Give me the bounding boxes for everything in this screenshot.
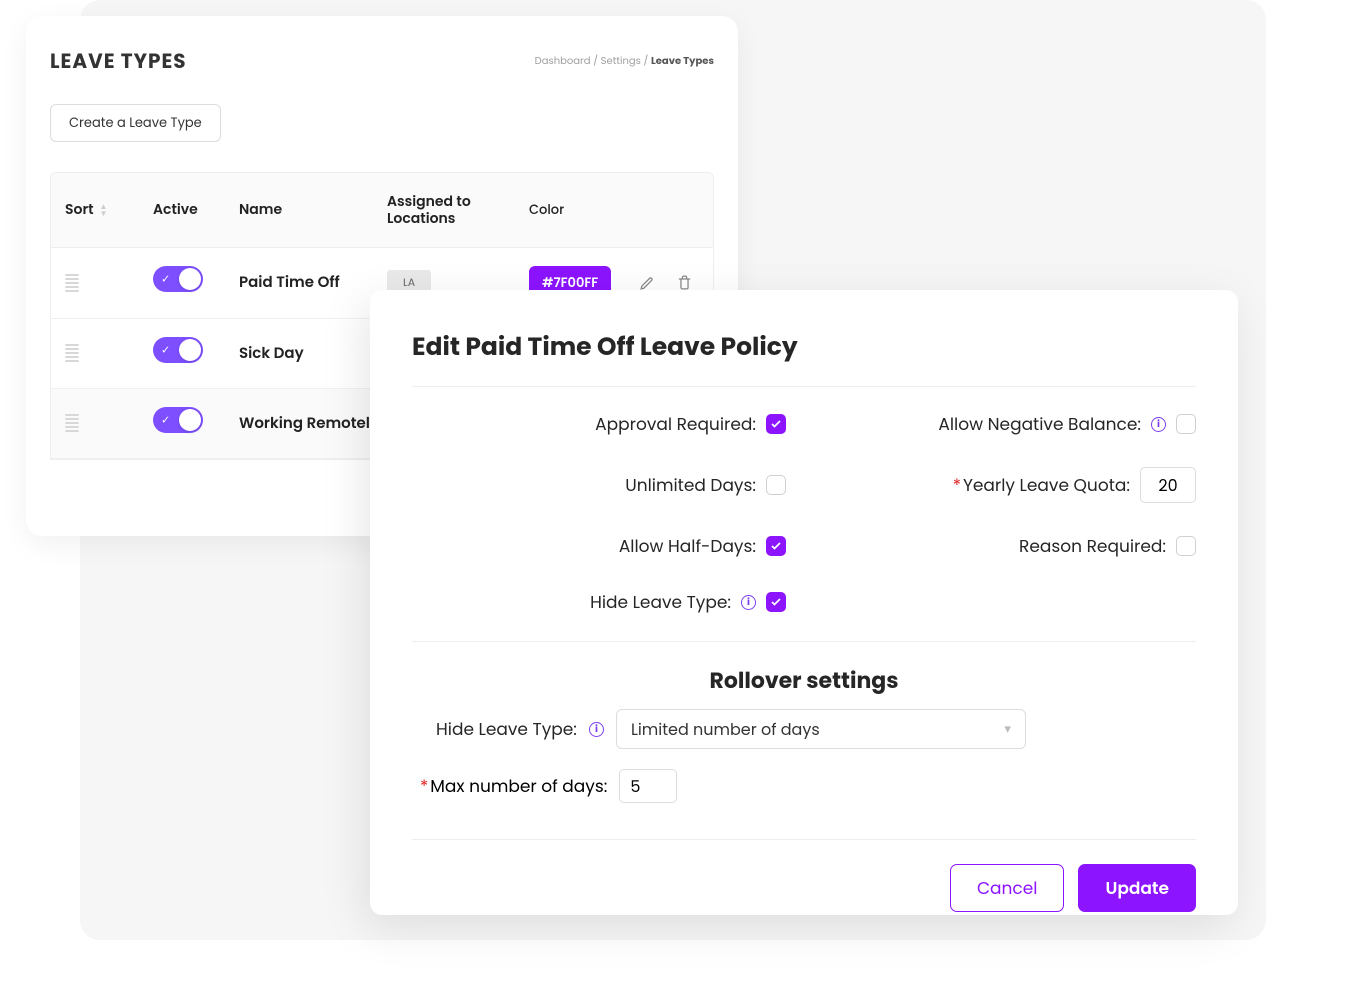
yearly-quota-input[interactable] bbox=[1140, 467, 1196, 503]
breadcrumb-dashboard[interactable]: Dashboard bbox=[535, 53, 591, 68]
unlimited-days-label: Unlimited Days: bbox=[625, 472, 756, 498]
drag-handle-icon[interactable] bbox=[65, 274, 79, 292]
delete-icon[interactable] bbox=[676, 274, 693, 291]
info-icon[interactable]: i bbox=[589, 722, 604, 737]
page-title: LEAVE TYPES bbox=[50, 46, 187, 76]
rollover-hide-label: Hide Leave Type: bbox=[436, 716, 577, 742]
rollover-select-value: Limited number of days bbox=[631, 717, 820, 742]
unlimited-days-checkbox[interactable] bbox=[766, 475, 786, 495]
allow-half-days-checkbox[interactable] bbox=[766, 536, 786, 556]
allow-half-days-label: Allow Half-Days: bbox=[619, 533, 756, 559]
leave-type-name: Working Remotely bbox=[239, 412, 387, 435]
info-icon[interactable]: i bbox=[741, 595, 756, 610]
chevron-down-icon: ▾ bbox=[1004, 719, 1011, 739]
header-sort[interactable]: Sort bbox=[65, 199, 94, 220]
hide-leave-type-label: Hide Leave Type: bbox=[590, 589, 731, 615]
active-toggle[interactable]: ✓ bbox=[153, 407, 203, 433]
sort-arrows-icon[interactable]: ▲▼ bbox=[100, 203, 108, 217]
create-leave-type-button[interactable]: Create a Leave Type bbox=[50, 104, 221, 142]
active-toggle[interactable]: ✓ bbox=[153, 337, 203, 363]
leave-type-name: Paid Time Off bbox=[239, 271, 387, 294]
leave-type-name: Sick Day bbox=[239, 342, 387, 365]
modal-title: Edit Paid Time Off Leave Policy bbox=[412, 328, 1196, 366]
hide-leave-type-checkbox[interactable] bbox=[766, 592, 786, 612]
cancel-button[interactable]: Cancel bbox=[950, 864, 1065, 912]
breadcrumb-current: Leave Types bbox=[651, 53, 714, 68]
header-color: Color bbox=[529, 200, 639, 220]
reason-required-label: Reason Required: bbox=[1019, 533, 1166, 559]
header-locations: Assigned to Locations bbox=[387, 193, 529, 227]
edit-leave-policy-modal: Edit Paid Time Off Leave Policy Approval… bbox=[370, 290, 1238, 915]
reason-required-checkbox[interactable] bbox=[1176, 536, 1196, 556]
approval-required-checkbox[interactable] bbox=[766, 414, 786, 434]
breadcrumb-settings[interactable]: Settings bbox=[601, 53, 641, 68]
drag-handle-icon[interactable] bbox=[65, 344, 79, 362]
info-icon[interactable]: i bbox=[1151, 417, 1166, 432]
max-days-label: *Max number of days: bbox=[420, 773, 607, 799]
rollover-type-select[interactable]: Limited number of days ▾ bbox=[616, 709, 1026, 749]
table-header-row: Sort ▲▼ Active Name Assigned to Location… bbox=[51, 173, 713, 248]
header-name: Name bbox=[239, 199, 387, 220]
edit-icon[interactable] bbox=[639, 274, 656, 291]
rollover-settings-title: Rollover settings bbox=[412, 664, 1196, 697]
drag-handle-icon[interactable] bbox=[65, 414, 79, 432]
breadcrumb: Dashboard / Settings / Leave Types bbox=[535, 53, 714, 69]
allow-negative-label: Allow Negative Balance: bbox=[938, 411, 1141, 437]
approval-required-label: Approval Required: bbox=[595, 411, 756, 437]
update-button[interactable]: Update bbox=[1078, 864, 1196, 912]
active-toggle[interactable]: ✓ bbox=[153, 266, 203, 292]
allow-negative-checkbox[interactable] bbox=[1176, 414, 1196, 434]
header-active: Active bbox=[153, 199, 239, 220]
max-days-input[interactable] bbox=[619, 769, 677, 803]
yearly-quota-label: *Yearly Leave Quota: bbox=[953, 472, 1130, 498]
